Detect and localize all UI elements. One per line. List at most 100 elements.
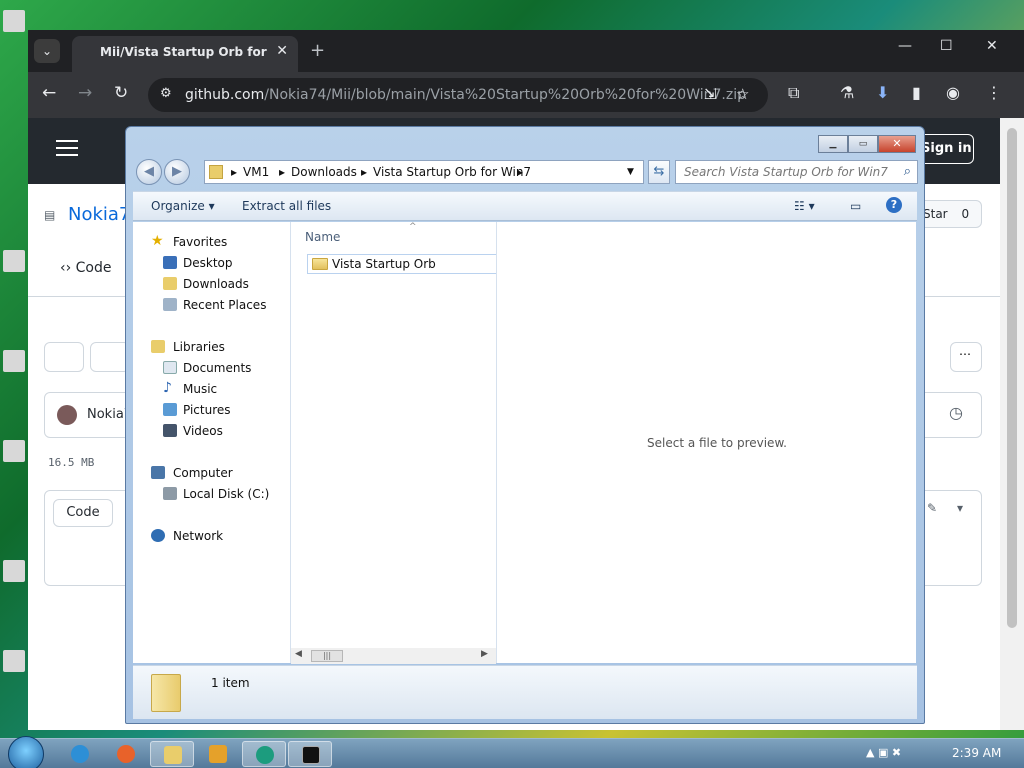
- file-size: 16.5 MB: [48, 456, 95, 469]
- media-player-icon: [209, 745, 227, 763]
- extract-all-button[interactable]: Extract all files: [242, 199, 331, 213]
- list-item[interactable]: Vista Startup Orb: [307, 254, 497, 274]
- maximize-button[interactable]: ▭: [848, 135, 878, 153]
- pictures-icon: [163, 403, 177, 416]
- branch-button[interactable]: [90, 342, 130, 372]
- desktop-icon[interactable]: [0, 560, 28, 608]
- taskbar-cmd[interactable]: [288, 741, 332, 767]
- organize-button[interactable]: Organize ▾: [151, 199, 215, 213]
- preview-pane-icon[interactable]: ▭: [850, 199, 861, 213]
- address-bar[interactable]: ▸ VM1 ▸ Downloads ▸ Vista Startup Orb fo…: [204, 160, 644, 184]
- preview-message: Select a file to preview.: [647, 436, 787, 450]
- breadcrumb-item[interactable]: Vista Startup Orb for Win7: [373, 165, 531, 179]
- tab-search-button[interactable]: ⌄: [34, 39, 60, 63]
- search-icon[interactable]: ⌕: [904, 164, 911, 179]
- back-button[interactable]: ◀: [136, 159, 162, 185]
- labs-icon[interactable]: ⚗: [840, 83, 854, 102]
- breadcrumb-item[interactable]: VM1: [243, 165, 269, 179]
- close-button[interactable]: ✕: [878, 135, 916, 153]
- scroll-thumb[interactable]: |||: [311, 650, 343, 662]
- documents-icon: [163, 361, 177, 374]
- minimize-button[interactable]: ▁: [818, 135, 848, 153]
- taskbar-media-player[interactable]: [196, 741, 240, 767]
- taskbar: ▲ ▣ ✖ 2:39 AM: [0, 736, 1024, 768]
- bookmark-star-icon[interactable]: ☆: [736, 85, 749, 103]
- tab-code-label: Code: [75, 260, 112, 276]
- sort-arrow-icon: ^: [409, 222, 417, 232]
- forward-icon[interactable]: →: [78, 83, 92, 103]
- libraries-icon: [151, 340, 165, 353]
- downloads-icon[interactable]: ⬇: [876, 83, 889, 102]
- forward-button[interactable]: ▶: [164, 159, 190, 185]
- breadcrumb-item[interactable]: Downloads: [291, 165, 357, 179]
- maximize-icon[interactable]: ☐: [940, 38, 953, 54]
- organize-label: Organize: [151, 199, 205, 213]
- hard-disk-icon: [163, 487, 177, 500]
- hamburger-icon[interactable]: [56, 140, 78, 156]
- folder-icon: [312, 258, 328, 270]
- page-scrollbar[interactable]: [1000, 118, 1024, 730]
- avatar: [57, 405, 77, 425]
- horizontal-scrollbar[interactable]: ◀ ||| ▶: [291, 648, 496, 664]
- new-tab-button[interactable]: +: [310, 40, 325, 61]
- tray-icons[interactable]: ▲ ▣ ✖: [866, 746, 901, 759]
- file-tree-toggle[interactable]: [44, 342, 84, 372]
- back-icon[interactable]: ←: [42, 83, 56, 103]
- extensions-icon[interactable]: ⧉: [788, 83, 799, 103]
- navigation-row: ◀ ▶ ▸ VM1 ▸ Downloads ▸ Vista Startup Or…: [134, 157, 918, 187]
- start-button[interactable]: [8, 736, 44, 768]
- taskbar-explorer[interactable]: [150, 741, 194, 767]
- star-count: 0: [961, 207, 970, 221]
- reload-icon[interactable]: ↻: [114, 83, 128, 103]
- menu-icon[interactable]: ⋮: [986, 83, 1002, 102]
- desktop-icon[interactable]: [0, 650, 28, 698]
- breadcrumb-sep: ▸: [279, 165, 286, 179]
- tab-code[interactable]: ‹› Code: [60, 260, 112, 276]
- scroll-left-icon[interactable]: ◀: [295, 649, 302, 659]
- help-icon[interactable]: ?: [886, 197, 902, 213]
- search-input[interactable]: Search Vista Startup Orb for Win7 ⌕: [675, 160, 918, 184]
- videos-icon: [163, 424, 177, 437]
- repo-icon: ▤: [44, 208, 56, 222]
- taskbar-firefox[interactable]: [104, 741, 148, 767]
- edit-pencil-icon[interactable]: ✎: [927, 501, 937, 515]
- close-window-icon[interactable]: ✕: [986, 38, 998, 54]
- address-bar[interactable]: ⚙ github.com/Nokia74/Mii/blob/main/Vista…: [148, 78, 768, 112]
- column-header-name[interactable]: Name: [305, 230, 340, 244]
- history-icon[interactable]: ◷: [949, 403, 963, 422]
- desktop-icon[interactable]: [0, 10, 28, 58]
- refresh-button[interactable]: ⇆: [648, 160, 670, 184]
- desktop-icon[interactable]: [0, 350, 28, 398]
- file-name: Vista Startup Orb: [332, 257, 436, 271]
- file-list-pane: ^ Name Vista Startup Orb: [291, 222, 497, 663]
- view-options-icon[interactable]: ☷ ▾: [794, 199, 815, 213]
- chevron-down-icon[interactable]: ▾: [957, 501, 963, 515]
- command-bar: Organize ▾ Extract all files ☷ ▾ ▭ ?: [133, 191, 917, 221]
- scroll-thumb[interactable]: [1007, 128, 1017, 628]
- taskbar-chrome[interactable]: [242, 741, 286, 767]
- profile-icon[interactable]: ◉: [946, 83, 960, 102]
- desktop-icon[interactable]: [0, 440, 28, 488]
- computer-icon: [151, 466, 165, 479]
- zip-folder-icon: [151, 674, 181, 712]
- item-count: 1 item: [211, 676, 250, 690]
- preview-pane: Select a file to preview.: [496, 222, 916, 663]
- minimize-icon[interactable]: —: [898, 38, 912, 54]
- tab-active[interactable]: Mii/Vista Startup Orb for Win7 ✕: [72, 36, 298, 72]
- tab-close-icon[interactable]: ✕: [276, 43, 288, 59]
- downloads-folder-icon: [163, 277, 177, 290]
- code-view-button[interactable]: Code: [53, 499, 113, 527]
- address-dropdown-icon[interactable]: ▼: [627, 167, 634, 177]
- chrome-icon: [256, 746, 274, 764]
- firefox-icon: [117, 745, 135, 763]
- desktop-icon[interactable]: [0, 250, 28, 298]
- clock[interactable]: 2:39 AM: [952, 746, 1001, 760]
- music-icon: ♪: [163, 380, 172, 396]
- scroll-right-icon[interactable]: ▶: [481, 649, 488, 659]
- side-panel-icon[interactable]: ▮: [912, 83, 921, 102]
- search-placeholder: Search Vista Startup Orb for Win7: [684, 165, 888, 179]
- install-app-icon[interactable]: ⇲: [704, 85, 717, 103]
- more-options-button[interactable]: ⋯: [950, 342, 982, 372]
- site-info-icon[interactable]: ⚙: [160, 86, 172, 101]
- taskbar-ie[interactable]: [58, 741, 102, 767]
